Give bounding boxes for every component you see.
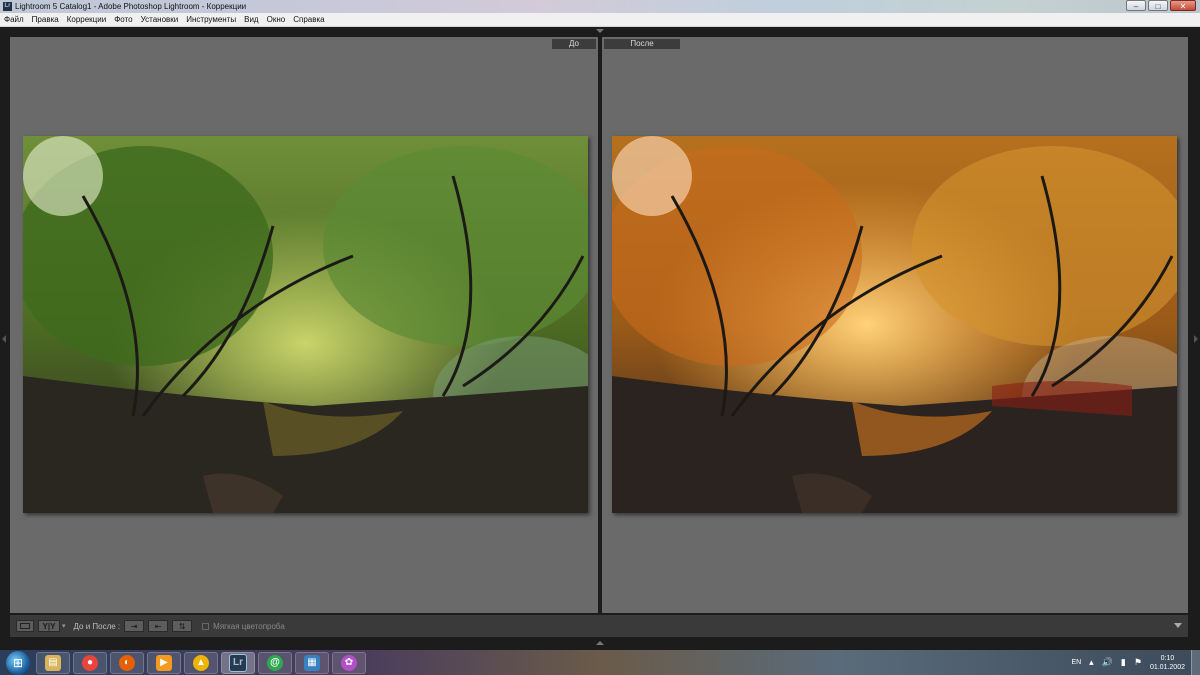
volume-icon[interactable]: 🔊 [1102,657,1113,668]
close-button[interactable]: ✕ [1170,0,1196,11]
left-panel-toggle-icon[interactable] [2,335,6,343]
taskbar-aimp[interactable]: ▲ [184,651,218,674]
windows-logo-icon: ⊞ [12,655,24,670]
taskbar-chrome[interactable]: ● [73,651,107,674]
menu-bar: Файл Правка Коррекции Фото Установки Инс… [0,13,1200,27]
play-icon: ▶ [156,654,172,671]
develop-workspace: До После Y|Y ▾ До и После: ⇥ ⇤ ⇅ Мягкая… [0,27,1200,650]
toolbar-options-dropdown-icon[interactable] [1174,623,1182,628]
before-after-label: До и После : [73,621,121,631]
folder-icon: ▤ [45,654,61,671]
swap-before-after-button[interactable]: ⇅ [172,620,193,632]
chrome-icon: ● [82,654,98,671]
windows-taskbar: ⊞ ▤ ● ◐ ▶ ▲ Lr @ ▦ ✿ EN ▴ 🔊 ▮ ⚑ 0:10 01.… [0,650,1200,675]
show-desktop-button[interactable] [1191,650,1200,675]
loupe-view-button[interactable] [16,620,34,632]
arrow-right-icon: ⇥ [130,621,138,631]
mail-agent-icon: @ [267,654,283,671]
start-button[interactable]: ⊞ [6,650,30,675]
window-controls: – □ ✕ [1126,0,1196,11]
menu-develop[interactable]: Коррекции [63,15,110,24]
lightroom-app-icon: Lr [3,2,12,11]
aimp-icon: ▲ [193,654,209,671]
arrow-left-icon: ⇤ [154,621,162,631]
before-pane[interactable]: До [10,37,598,613]
menu-settings[interactable]: Установки [137,15,183,24]
window-title: Lightroom 5 Catalog1 - Adobe Photoshop L… [15,2,247,11]
copy-after-to-before-button[interactable]: ⇤ [148,620,169,632]
swap-icon: ⇅ [178,621,186,631]
right-panel-toggle-icon[interactable] [1194,335,1198,343]
before-label: До [552,39,596,49]
clock-date: 01.01.2002 [1149,663,1185,671]
firefox-icon: ◐ [119,654,135,671]
menu-file[interactable]: Файл [0,15,28,24]
maximize-button[interactable]: □ [1148,0,1168,11]
menu-photo[interactable]: Фото [110,15,136,24]
taskbar-firefox[interactable]: ◐ [110,651,144,674]
view-mode-dropdown-icon[interactable]: ▾ [62,622,66,630]
after-pane[interactable]: После [602,37,1188,613]
bottom-panel-toggle-icon[interactable] [596,641,604,645]
taskbar-media-player[interactable]: ▶ [147,651,181,674]
lightroom-icon: Lr [229,653,247,672]
before-photo[interactable] [23,136,588,513]
menu-tools[interactable]: Инструменты [182,15,240,24]
forest-photo-before [23,136,588,513]
menu-window[interactable]: Окно [263,15,290,24]
system-tray: EN ▴ 🔊 ▮ ⚑ 0:10 01.01.2002 [1071,650,1200,675]
language-indicator[interactable]: EN [1071,659,1081,666]
soft-proofing-checkbox[interactable] [202,622,210,630]
picasa-icon: ✿ [341,654,357,671]
menu-view[interactable]: Вид [240,15,262,24]
taskbar-photo-viewer[interactable]: ▦ [295,651,329,674]
loupe-view-icon [20,623,30,629]
menu-edit[interactable]: Правка [28,15,63,24]
taskbar-picasa[interactable]: ✿ [332,651,366,674]
minimize-button[interactable]: – [1126,0,1146,11]
after-photo[interactable] [612,136,1177,513]
taskbar-lightroom[interactable]: Lr [221,651,255,674]
soft-proofing-label: Мягкая цветопроба [213,621,285,631]
forest-photo-after [612,136,1177,513]
action-center-flag-icon[interactable]: ⚑ [1134,657,1142,668]
menu-help[interactable]: Справка [289,15,328,24]
clock-time: 0:10 [1160,654,1175,662]
before-after-view-button[interactable]: Y|Y [38,620,60,632]
taskbar-mail-agent[interactable]: @ [258,651,292,674]
develop-toolbar: Y|Y ▾ До и После : ⇥ ⇤ ⇅ Мягкая цветопро… [10,615,1188,637]
top-panel-toggle-icon[interactable] [596,29,604,33]
clock[interactable]: 0:10 01.01.2002 [1150,654,1185,672]
copy-before-to-after-button[interactable]: ⇥ [124,620,145,632]
photo-viewer-icon: ▦ [304,654,320,671]
window-title-bar[interactable]: Lr Lightroom 5 Catalog1 - Adobe Photosho… [0,0,1200,13]
network-icon[interactable]: ▮ [1121,657,1126,668]
after-label: После [604,39,680,49]
taskbar-explorer[interactable]: ▤ [36,651,70,674]
tray-expand-icon[interactable]: ▴ [1089,657,1094,668]
